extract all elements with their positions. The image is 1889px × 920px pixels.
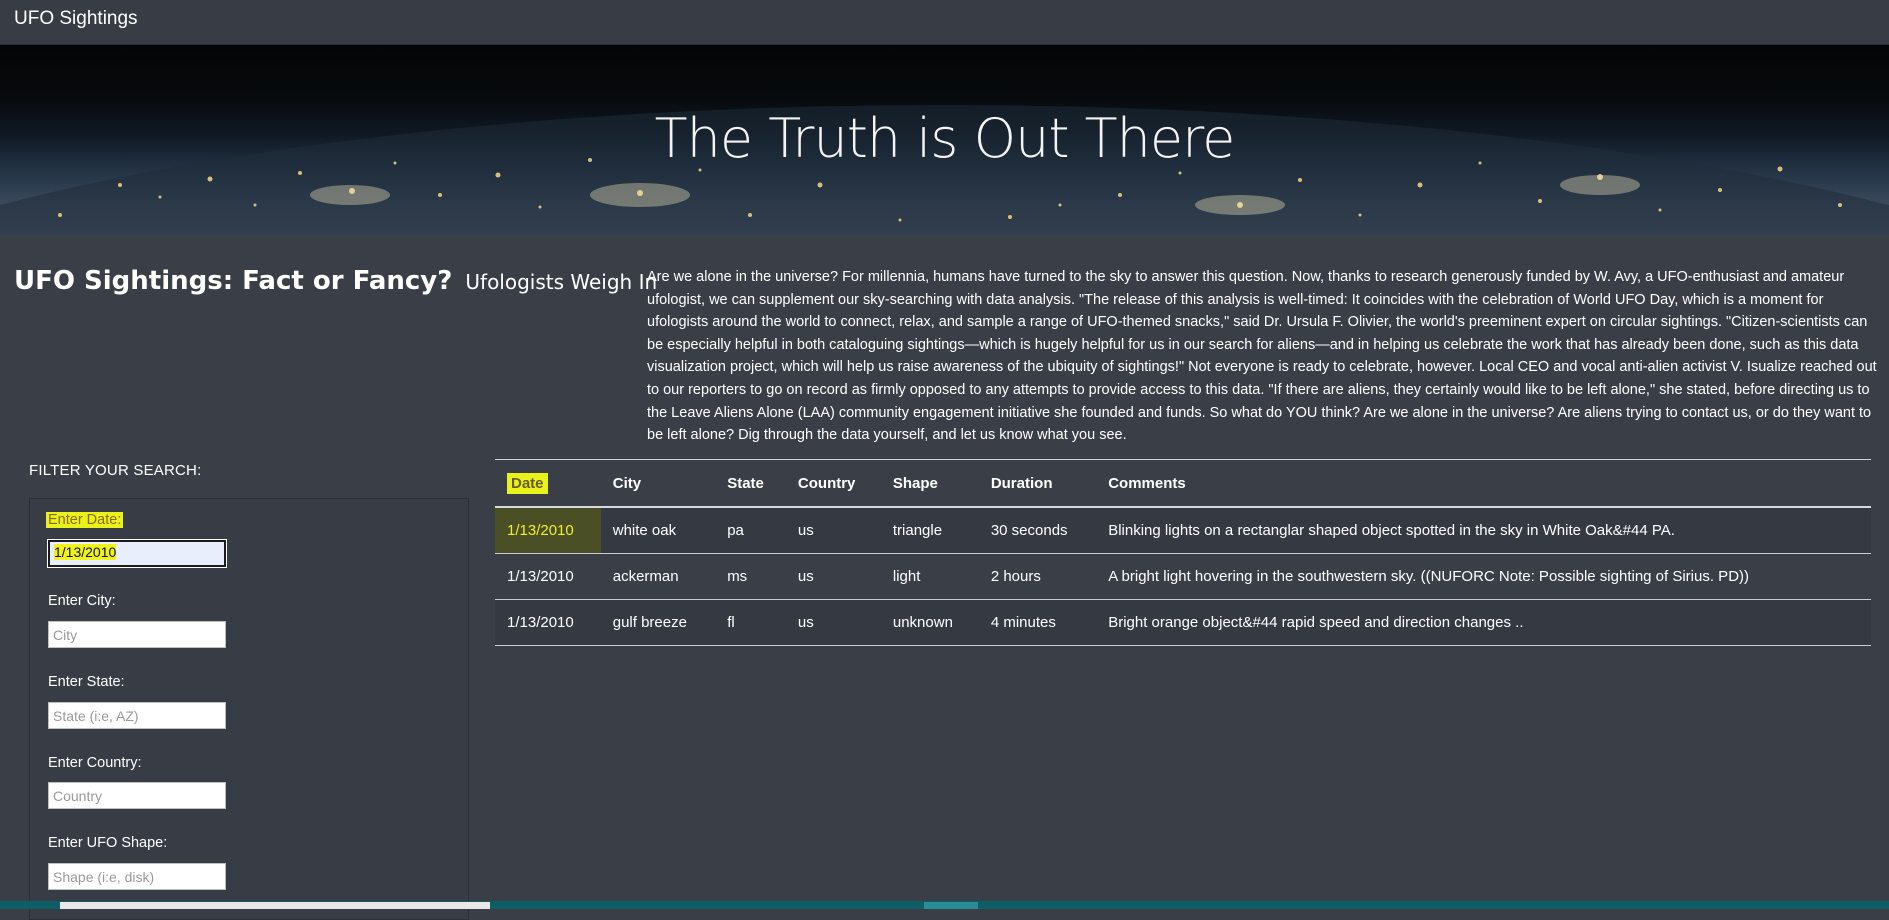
cell-city: gulf breeze — [600, 599, 716, 646]
column-header-state[interactable]: State — [715, 459, 786, 508]
cell-comments: Blinking lights on a rectanglar shaped o… — [1096, 507, 1871, 554]
article-title-text: UFO Sightings: Fact or Fancy? — [14, 266, 453, 296]
cell-state: fl — [715, 599, 786, 646]
cell-duration: 4 minutes — [978, 599, 1097, 646]
article-title: UFO Sightings: Fact or Fancy? Ufologists… — [14, 266, 657, 296]
shape-input[interactable] — [48, 863, 226, 890]
table-row: 1/13/2010 gulf breeze fl us unknown 4 mi… — [495, 599, 1871, 646]
column-header-shape[interactable]: Shape — [880, 459, 979, 508]
cell-country: us — [785, 599, 881, 646]
taskbar — [0, 901, 1889, 909]
state-input[interactable] — [48, 702, 226, 729]
cell-shape: light — [880, 553, 979, 600]
cell-country: us — [785, 507, 881, 554]
date-input-value: 1/13/2010 — [54, 544, 117, 560]
country-label: Enter Country: — [48, 755, 142, 771]
article-body: Are we alone in the universe? For millen… — [647, 269, 1877, 444]
cell-date: 1/13/2010 — [495, 599, 601, 646]
cell-city: white oak — [600, 507, 716, 554]
date-label: Enter Date: — [46, 512, 124, 528]
date-input[interactable]: 1/13/2010 — [47, 539, 227, 568]
city-input[interactable] — [48, 621, 226, 648]
hero-banner: The Truth is Out There — [0, 45, 1889, 234]
cell-shape: triangle — [880, 507, 979, 554]
shape-label: Enter UFO Shape: — [48, 835, 168, 851]
cell-date: 1/13/2010 — [495, 553, 601, 600]
article-subtitle: Ufologists Weigh In — [465, 270, 658, 294]
table-row: 1/13/2010 white oak pa us triangle 30 se… — [495, 507, 1871, 554]
column-header-duration[interactable]: Duration — [978, 459, 1097, 508]
column-header-city[interactable]: City — [600, 459, 716, 508]
column-header-country[interactable]: Country — [785, 459, 881, 508]
column-header-comments[interactable]: Comments — [1096, 459, 1871, 508]
cell-duration: 30 seconds — [978, 507, 1097, 554]
cell-shape: unknown — [880, 599, 979, 646]
country-input[interactable] — [48, 782, 226, 809]
cell-state: ms — [715, 553, 786, 600]
taskbar-search-box[interactable] — [60, 902, 490, 909]
taskbar-active-app[interactable] — [924, 902, 978, 909]
cell-date: 1/13/2010 — [495, 507, 601, 554]
column-header-date[interactable]: Date — [495, 459, 601, 508]
filter-heading: FILTER YOUR SEARCH: — [29, 462, 202, 479]
sightings-table: Date City State Country Shape Duration C… — [495, 459, 1871, 646]
cell-duration: 2 hours — [978, 553, 1097, 600]
state-label: Enter State: — [48, 674, 125, 690]
cell-comments: Bright orange object&#44 rapid speed and… — [1096, 599, 1871, 646]
cell-country: us — [785, 553, 881, 600]
table-header-row: Date City State Country Shape Duration C… — [495, 459, 1871, 508]
table-row: 1/13/2010 ackerman ms us light 2 hours A… — [495, 553, 1871, 600]
navbar: UFO Sightings — [0, 0, 1889, 45]
hero-title: The Truth is Out There — [654, 107, 1236, 170]
cell-state: pa — [715, 507, 786, 554]
cell-city: ackerman — [600, 553, 716, 600]
city-label: Enter City: — [48, 593, 116, 609]
cell-comments: A bright light hovering in the southwest… — [1096, 553, 1871, 600]
navbar-brand[interactable]: UFO Sightings — [14, 8, 138, 30]
